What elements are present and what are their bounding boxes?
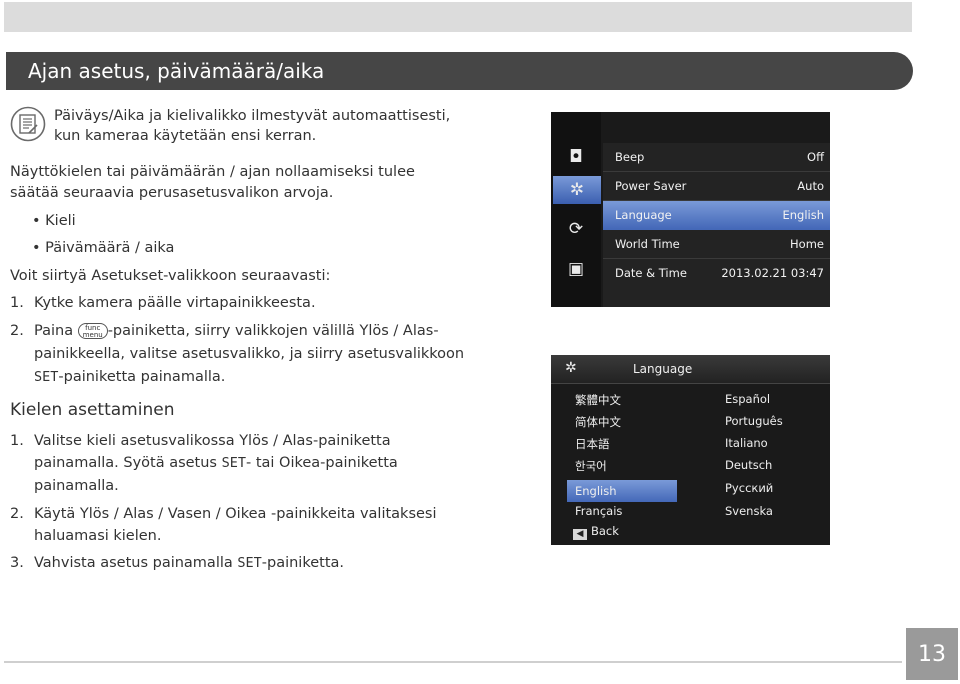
- language-option[interactable]: 한국어: [575, 458, 607, 474]
- language-option[interactable]: 繁體中文: [575, 392, 621, 408]
- intro-line-2: säätää seuraavia perusasetusvalikon arvo…: [10, 185, 334, 201]
- language-step-2: 2. Käytä Ylös / Alas / Vasen / Oikea -pai…: [10, 503, 437, 525]
- setup-tools-icon: ✲: [565, 360, 577, 376]
- step-number: 1.: [10, 295, 24, 311]
- access-instructions: Voit siirtyä Asetukset-valikkoon seuraav…: [10, 268, 331, 284]
- back-button[interactable]: ◀ Back: [573, 524, 619, 540]
- language-step-1-line-3: painamalla.: [34, 478, 119, 494]
- step-text: Paina: [34, 323, 74, 339]
- note-icon: [10, 106, 46, 142]
- step-number: 3.: [10, 555, 24, 571]
- step-open-menu-line-3: SET-painiketta painamalla.: [34, 369, 226, 385]
- section-heading: Kielen asettaminen: [10, 400, 175, 420]
- menu-row-power-saver[interactable]: Power Saver Auto: [603, 172, 830, 201]
- language-option[interactable]: Deutsch: [725, 458, 772, 472]
- set-key-label: SET: [221, 455, 246, 471]
- menu-row-value: 2013.02.21 03:47: [721, 266, 824, 280]
- menu-row-label: Language: [615, 208, 672, 222]
- language-step-2-line-2: haluamasi kielen.: [34, 528, 162, 544]
- menu-row-label: Date & Time: [615, 266, 687, 280]
- menu-row-beep[interactable]: Beep Off: [603, 143, 830, 172]
- menu-row-value: English: [782, 208, 824, 222]
- menu-row-label: Power Saver: [615, 179, 687, 193]
- set-key-label: SET: [237, 555, 262, 571]
- language-option[interactable]: 日本語: [575, 436, 610, 452]
- language-option[interactable]: Español: [725, 392, 770, 406]
- back-label: Back: [591, 524, 619, 538]
- language-option[interactable]: Português: [725, 414, 783, 428]
- refresh-icon[interactable]: ⟳: [555, 215, 597, 243]
- footer-divider: [4, 661, 902, 663]
- language-menu-title: Language: [633, 362, 693, 376]
- bullet-date-time: • Päivämäärä / aika: [32, 240, 175, 256]
- menu-row-date-time[interactable]: Date & Time 2013.02.21 03:47: [603, 259, 830, 307]
- menu-row-label: Beep: [615, 150, 645, 164]
- step-number: 1.: [10, 433, 24, 449]
- step-open-menu-line-2: painikkeella, valitse asetusvalikko, ja …: [34, 346, 465, 362]
- back-arrow-icon: ◀: [573, 529, 587, 540]
- menu-row-value: Home: [790, 237, 824, 251]
- top-decoration-bar: [4, 2, 912, 32]
- camera-icon[interactable]: ◘: [555, 143, 597, 171]
- language-menu-header: ✲ Language: [551, 355, 830, 384]
- page-title: Ajan asetus, päivämäärä/aika: [28, 59, 325, 83]
- step-text: Kytke kamera päälle virtapainikkeesta.: [34, 295, 316, 311]
- step-text: -painiketta, siirry valikkojen välillä Y…: [107, 323, 439, 339]
- language-option[interactable]: Italiano: [725, 436, 768, 450]
- language-option[interactable]: Français: [575, 504, 622, 518]
- language-step-3: 3. Vahvista asetus painamalla SET-painike…: [10, 552, 344, 574]
- menu-row-value: Auto: [797, 179, 824, 193]
- language-option[interactable]: Русский: [725, 481, 773, 495]
- camera-language-menu-screen: ✲ Language 繁體中文 简体中文 日本語 한국어 English Fra…: [551, 355, 830, 545]
- language-option[interactable]: 简体中文: [575, 414, 621, 430]
- intro-line-1: Näyttökielen tai päivämäärän / ajan noll…: [10, 164, 415, 180]
- note-line-1: Päiväys/Aika ja kielivalikko ilmestyvät …: [54, 108, 451, 124]
- bullet-language: • Kieli: [32, 213, 76, 229]
- setup-tools-icon[interactable]: ✲: [553, 176, 601, 204]
- note-line-2: kun kameraa käytetään ensi kerran.: [54, 128, 317, 144]
- step-open-menu: 2. Paina func menu -painiketta, siirry vali…: [10, 320, 439, 342]
- language-step-1: 1. Valitse kieli asetusvalikossa Ylös / A…: [10, 430, 391, 452]
- step-power-on: 1. Kytke kamera päälle virtapainikkeesta.: [10, 292, 316, 314]
- set-key-label: SET: [34, 369, 59, 385]
- language-step-1-line-2: painamalla. Syötä asetus SET- tai Oikea-…: [34, 455, 398, 471]
- menu-row-world-time[interactable]: World Time Home: [603, 230, 830, 259]
- section-title-bar: Ajan asetus, päivämäärä/aika: [6, 52, 913, 90]
- camera-setup-menu-screen: ◘ ✲ ⟳ ▣ Beep Off Power Saver Auto Langua…: [551, 112, 830, 307]
- page-number: 13: [906, 628, 958, 680]
- playback-icon[interactable]: ▣: [555, 255, 597, 283]
- step-number: 2.: [10, 323, 24, 339]
- menu-row-language[interactable]: Language English: [603, 201, 830, 230]
- menu-row-value: Off: [807, 150, 824, 164]
- language-option[interactable]: Svenska: [725, 504, 773, 518]
- note-text: Päiväys/Aika ja kielivalikko ilmestyvät …: [54, 106, 450, 146]
- step-number: 2.: [10, 506, 24, 522]
- func-menu-button-icon: func menu: [77, 323, 108, 339]
- language-option-selected[interactable]: English: [567, 480, 677, 502]
- menu-row-label: World Time: [615, 237, 680, 251]
